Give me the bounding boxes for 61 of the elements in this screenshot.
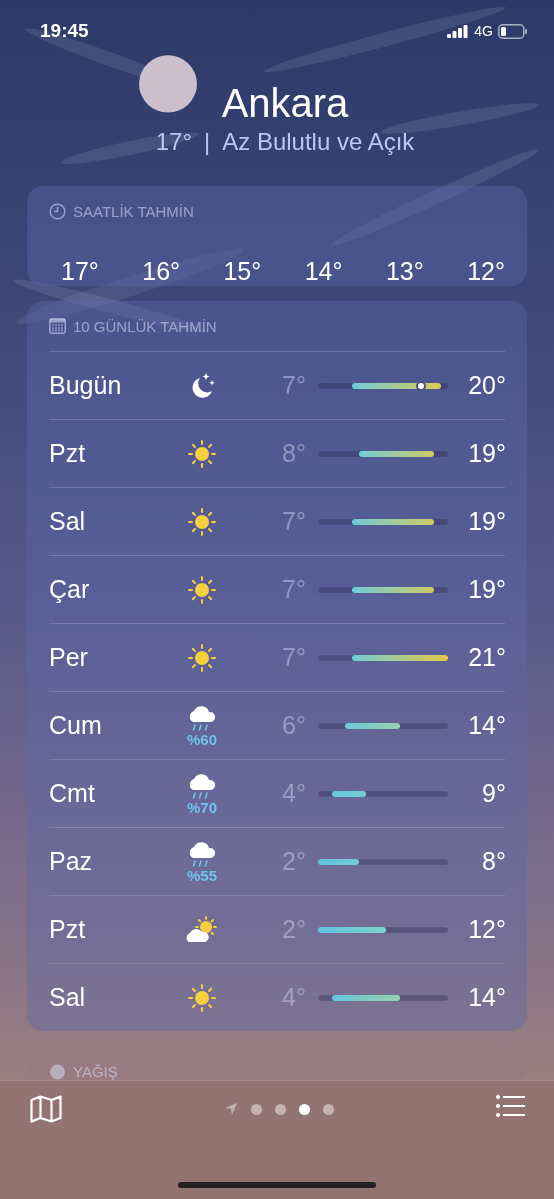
list-icon[interactable] [496,1095,526,1117]
high-temperature: 20° [467,371,506,400]
day-label: Cum [49,711,103,740]
low-temperature: 7° [281,575,306,604]
location-arrow-icon[interactable] [224,1102,238,1116]
low-temperature: 8° [281,439,306,468]
clock-icon [49,202,66,220]
page-dot[interactable] [275,1103,286,1115]
low-temperature: 7° [281,643,306,672]
hourly-temperature: 15° [223,257,262,286]
low-temperature: 7° [281,507,306,536]
battery-icon [498,23,528,39]
high-temperature: 12° [467,915,506,944]
drop-icon [49,1062,66,1080]
hourly-temperature: 17° [61,257,99,286]
clock-time: 19:45 [40,20,89,42]
hourly-temperature: 12° [467,257,505,286]
hourly-temperature: 13° [385,257,424,286]
high-temperature: 19° [467,439,506,468]
high-temperature: 9° [481,779,506,808]
sun-icon [187,642,217,673]
section-title: YAĞIŞ [73,1062,118,1080]
day-label: Per [49,643,89,672]
day-label: Pzt [49,439,87,468]
sun-icon [187,574,217,605]
separator: | [204,128,211,156]
precipitation-chance: %55 [187,867,217,884]
hourly-temperature: 14° [304,257,343,286]
day-label: Pzt [49,915,87,944]
high-temperature: 21° [467,643,506,672]
low-temperature: 7° [281,371,306,400]
high-temperature: 8° [481,847,506,876]
page-dot[interactable] [251,1103,262,1115]
day-label: Paz [49,847,94,876]
precipitation-chance: %60 [187,731,217,748]
calendar-icon [49,318,66,334]
sun-behind-cloud-icon [184,915,220,944]
network-label: 4G [474,23,493,39]
day-label: Bugün [49,371,123,400]
condition-text: Az Bulutlu ve Açık [222,128,415,156]
sun-icon [187,438,217,469]
high-temperature: 19° [467,507,506,536]
page-dot[interactable] [299,1103,310,1115]
day-label: Cmt [49,779,96,808]
day-label: Çar [49,575,91,604]
high-temperature: 14° [467,711,506,740]
city-name: Ankara [221,80,349,126]
page-dot[interactable] [323,1103,334,1115]
map-icon[interactable] [30,1095,62,1123]
sun-icon [187,506,217,537]
current-temperature: 17° [155,128,192,156]
precipitation-chance: %70 [187,799,217,816]
section-title: SAATLİK TAHMİN [73,202,194,220]
day-label: Sal [49,507,87,536]
day-label: Sal [49,983,87,1012]
sun-icon [187,982,217,1013]
signal-icon [447,24,470,38]
high-temperature: 19° [467,575,506,604]
section-title: 10 GÜNLÜK TAHMİN [73,317,217,335]
hourly-temperature: 16° [142,257,181,286]
high-temperature: 14° [467,983,506,1012]
